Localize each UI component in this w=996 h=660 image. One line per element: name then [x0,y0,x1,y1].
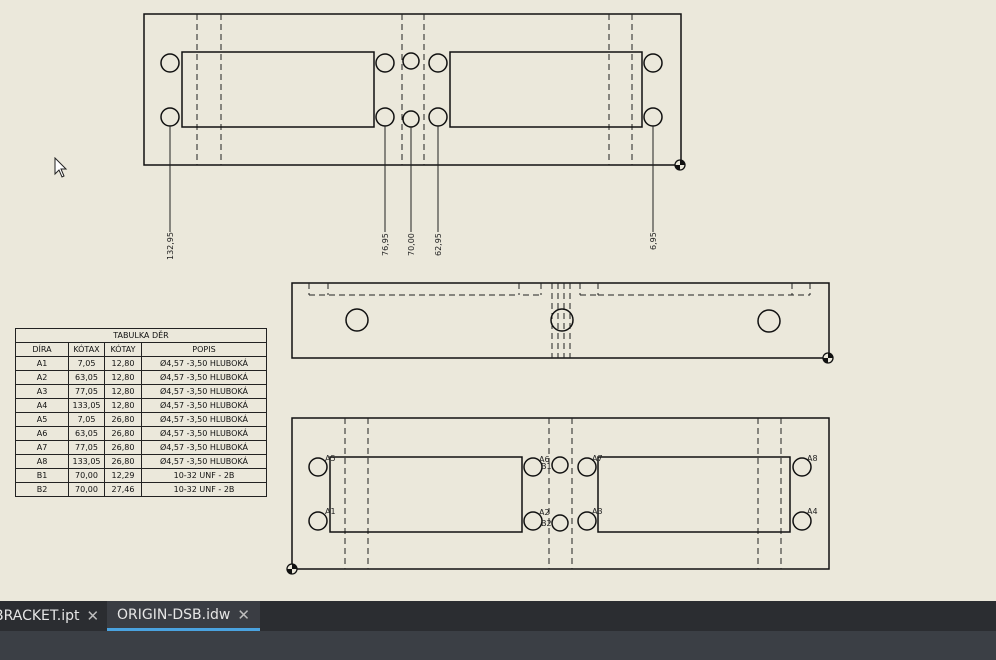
table-cell: 26,80 [104,412,142,427]
table-cell: 77,05 [68,384,105,399]
hole-tag[interactable]: A4 [807,507,818,516]
table-cell: 10-32 UNF - 2B [141,468,267,483]
table-cell: 7,05 [68,412,105,427]
hole-table-header: KÓTAY [104,342,142,357]
table-cell: A6 [15,426,69,441]
table-cell: A2 [15,370,69,385]
table-cell: Ø4,57 -3,50 HLUBOKÁ [141,384,267,399]
front-view[interactable] [291,282,834,364]
hole-table-title: TABULKA DĚR [15,328,267,343]
table-row[interactable]: A2 63,05 12,80 Ø4,57 -3,50 HLUBOKÁ [15,370,267,385]
hole-table-header: DÍRA [15,342,69,357]
table-cell: 12,29 [104,468,142,483]
table-row[interactable]: A3 77,05 12,80 Ø4,57 -3,50 HLUBOKÁ [15,384,267,399]
tab-label: ORIGIN-DSB.idw [117,606,231,623]
hole-tag[interactable]: A1 [325,507,336,516]
table-cell: 27,46 [104,482,142,497]
table-row[interactable]: A5 7,05 26,80 Ø4,57 -3,50 HLUBOKÁ [15,412,267,427]
origin-marker-icon [674,159,686,171]
hole-tag[interactable]: A7 [592,454,603,463]
close-icon[interactable]: ✕ [87,607,100,625]
table-cell: A8 [15,454,69,469]
table-cell: A7 [15,440,69,455]
table-cell: A3 [15,384,69,399]
table-row[interactable]: A8 133,05 26,80 Ø4,57 -3,50 HLUBOKÁ [15,454,267,469]
table-cell: 70,00 [68,482,105,497]
ordinate-dimension[interactable]: 70,00 [407,233,416,256]
top-view[interactable]: 132,95 76,95 70,00 62,95 6,95 [143,13,686,260]
table-cell: 12,80 [104,398,142,413]
table-cell: A4 [15,398,69,413]
table-cell: Ø4,57 -3,50 HLUBOKÁ [141,370,267,385]
table-cell: 63,05 [68,426,105,441]
drawing-sheet[interactable]: 132,95 76,95 70,00 62,95 6,95 A6 A7 A8 A… [0,0,996,601]
hole-table-header: KÓTAX [68,342,105,357]
tab-origin-dsb-idw[interactable]: ORIGIN-DSB.idw ✕ [107,601,260,631]
hole-tag[interactable]: A5 [325,454,336,463]
origin-marker-icon [286,563,298,575]
table-row[interactable]: A6 63,05 26,80 Ø4,57 -3,50 HLUBOKÁ [15,426,267,441]
table-row[interactable]: A1 7,05 12,80 Ø4,57 -3,50 HLUBOKÁ [15,356,267,371]
bottom-view[interactable]: A6 A7 A8 A1 A2 A3 A4 A5 B1 B2 [286,417,830,575]
table-cell: 26,80 [104,454,142,469]
document-tab-bar: BRACKET.ipt ✕ ORIGIN-DSB.idw ✕ [0,601,996,631]
table-cell: 26,80 [104,426,142,441]
hole-table[interactable]: TABULKA DĚR DÍRA KÓTAX KÓTAY POPIS A1 7,0… [15,328,267,497]
table-cell: Ø4,57 -3,50 HLUBOKÁ [141,412,267,427]
table-cell: 26,80 [104,440,142,455]
table-cell: 7,05 [68,356,105,371]
table-cell: Ø4,57 -3,50 HLUBOKÁ [141,356,267,371]
mouse-cursor-icon [54,157,68,178]
ordinate-dimension[interactable]: 62,95 [434,233,443,256]
table-cell: Ø4,57 -3,50 HLUBOKÁ [141,440,267,455]
tab-bracket-ipt[interactable]: BRACKET.ipt ✕ [0,601,99,631]
table-cell: Ø4,57 -3,50 HLUBOKÁ [141,398,267,413]
table-row[interactable]: A4 133,05 12,80 Ø4,57 -3,50 HLUBOKÁ [15,398,267,413]
hole-tag[interactable]: A8 [807,454,818,463]
table-cell: B2 [15,482,69,497]
table-cell: 12,80 [104,370,142,385]
hole-tag[interactable]: A2 [539,508,550,517]
table-cell: Ø4,57 -3,50 HLUBOKÁ [141,454,267,469]
table-cell: 70,00 [68,468,105,483]
table-cell: 10-32 UNF - 2B [141,482,267,497]
table-cell: 133,05 [68,454,105,469]
table-cell: B1 [15,468,69,483]
table-cell: Ø4,57 -3,50 HLUBOKÁ [141,426,267,441]
hole-tag[interactable]: B2 [541,519,552,528]
hole-tag[interactable]: B1 [541,462,552,471]
table-row[interactable]: B1 70,00 12,29 10-32 UNF - 2B [15,468,267,483]
table-row[interactable]: A7 77,05 26,80 Ø4,57 -3,50 HLUBOKÁ [15,440,267,455]
hole-table-header: POPIS [141,342,267,357]
close-icon[interactable]: ✕ [237,606,250,624]
tab-label: BRACKET.ipt [0,608,80,624]
table-row[interactable]: B2 70,00 27,46 10-32 UNF - 2B [15,482,267,497]
table-cell: 12,80 [104,356,142,371]
status-bar [0,631,996,660]
table-cell: 12,80 [104,384,142,399]
ordinate-dimension[interactable]: 76,95 [381,233,390,256]
origin-marker-icon [822,352,834,364]
table-cell: A5 [15,412,69,427]
ordinate-dimension[interactable]: 132,95 [166,232,175,260]
table-cell: 77,05 [68,440,105,455]
hole-tag[interactable]: A3 [592,507,603,516]
drawing-canvas[interactable]: 132,95 76,95 70,00 62,95 6,95 A6 A7 A8 A… [0,0,996,601]
table-cell: 133,05 [68,398,105,413]
table-cell: 63,05 [68,370,105,385]
ordinate-dimension[interactable]: 6,95 [649,232,658,250]
table-cell: A1 [15,356,69,371]
